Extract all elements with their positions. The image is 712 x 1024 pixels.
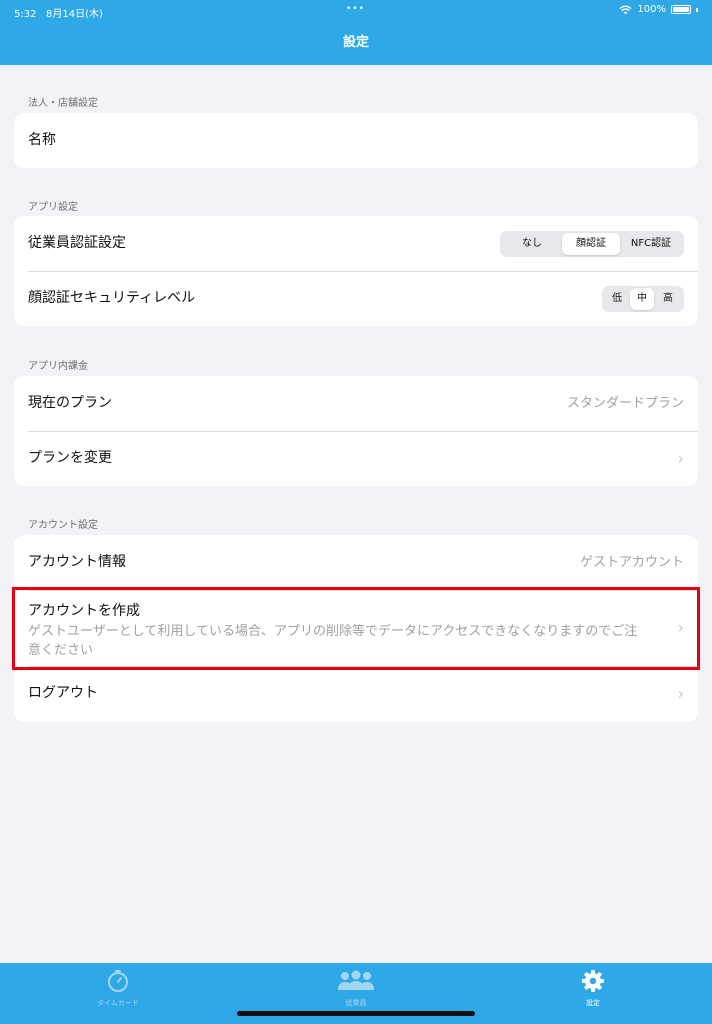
section-header-app: アプリ設定 [28, 202, 78, 213]
status-bar: 5:32 8月14日(木) ••• 100% [0, 0, 712, 22]
segment-high[interactable]: 高 [654, 288, 682, 310]
chevron-right-icon: › [677, 618, 684, 637]
segment-nfc[interactable]: NFC認証 [620, 233, 682, 255]
segment-low[interactable]: 低 [604, 288, 630, 310]
tab-label-timecard: タイムカード [97, 999, 139, 1007]
row-face-security: 顔認証セキュリティレベル 低 中 高 [14, 271, 698, 326]
segment-mid[interactable]: 中 [630, 287, 654, 310]
group-billing: 現在のプラン スタンダードプラン プランを変更 › [14, 376, 698, 486]
section-header-corporate: 法人・店舗設定 [28, 98, 98, 109]
status-time: 5:32 8月14日(木) [14, 9, 103, 20]
tab-label-employees: 従業員 [345, 999, 367, 1007]
section-header-account: アカウント設定 [28, 520, 98, 531]
wifi-icon [619, 5, 632, 14]
face-security-segmented-control: 低 中 高 [602, 285, 684, 312]
tab-label-settings: 設定 [586, 999, 600, 1007]
employee-auth-label: 従業員認証設定 [28, 235, 126, 251]
row-create-account[interactable]: アカウントを作成 ゲストユーザーとして利用している場合、アプリの削除等でデータに… [14, 590, 698, 666]
group-account: アカウント情報 ゲストアカウント アカウントを作成 ゲストユーザーとして利用して… [14, 535, 698, 722]
current-plan-label: 現在のプラン [28, 395, 112, 411]
navigation-bar: 設定 [0, 22, 712, 65]
multitasking-dots[interactable]: ••• [346, 4, 365, 14]
status-right: 100% [619, 4, 698, 15]
change-plan-label: プランを変更 [28, 450, 112, 466]
row-logout[interactable]: ログアウト › [14, 666, 698, 722]
create-account-description: ゲストユーザーとして利用している場合、アプリの削除等でデータにアクセスできなくな… [28, 624, 638, 658]
create-account-label: アカウントを作成 [28, 603, 140, 619]
row-change-plan[interactable]: プランを変更 › [14, 431, 698, 486]
battery-percent: 100% [637, 4, 666, 15]
people-icon [338, 970, 374, 990]
timer-icon [108, 970, 128, 992]
account-info-label: アカウント情報 [28, 554, 126, 570]
account-info-value: ゲストアカウント [579, 555, 684, 570]
tab-timecard[interactable]: タイムカード [48, 968, 188, 1008]
chevron-right-icon: › [677, 684, 684, 703]
page-title: 設定 [342, 35, 369, 50]
segment-none[interactable]: なし [502, 233, 562, 255]
tab-employees[interactable]: 従業員 [286, 968, 426, 1008]
group-corporate: 名称 [14, 113, 698, 168]
group-app: 従業員認証設定 なし 顔認証 NFC認証 顔認証セキュリティレベル 低 中 高 [14, 216, 698, 326]
battery-tip [696, 7, 698, 12]
row-employee-auth: 従業員認証設定 なし 顔認証 NFC認証 [14, 216, 698, 271]
section-header-billing: アプリ内課金 [28, 361, 88, 372]
logout-label: ログアウト [28, 685, 98, 701]
employee-auth-segmented-control: なし 顔認証 NFC認証 [500, 230, 684, 257]
row-account-info: アカウント情報 ゲストアカウント [14, 535, 698, 590]
chevron-right-icon: › [677, 448, 684, 468]
current-plan-value: スタンダードプラン [566, 396, 684, 411]
name-label: 名称 [28, 132, 56, 148]
row-name[interactable]: 名称 [14, 113, 698, 168]
face-security-label: 顔認証セキュリティレベル [28, 290, 196, 306]
gear-icon [582, 970, 604, 992]
row-current-plan: 現在のプラン スタンダードプラン [14, 376, 698, 431]
battery-icon [671, 5, 691, 14]
segment-face[interactable]: 顔認証 [562, 232, 620, 255]
home-indicator[interactable] [237, 1011, 475, 1016]
tab-settings[interactable]: 設定 [523, 968, 663, 1008]
